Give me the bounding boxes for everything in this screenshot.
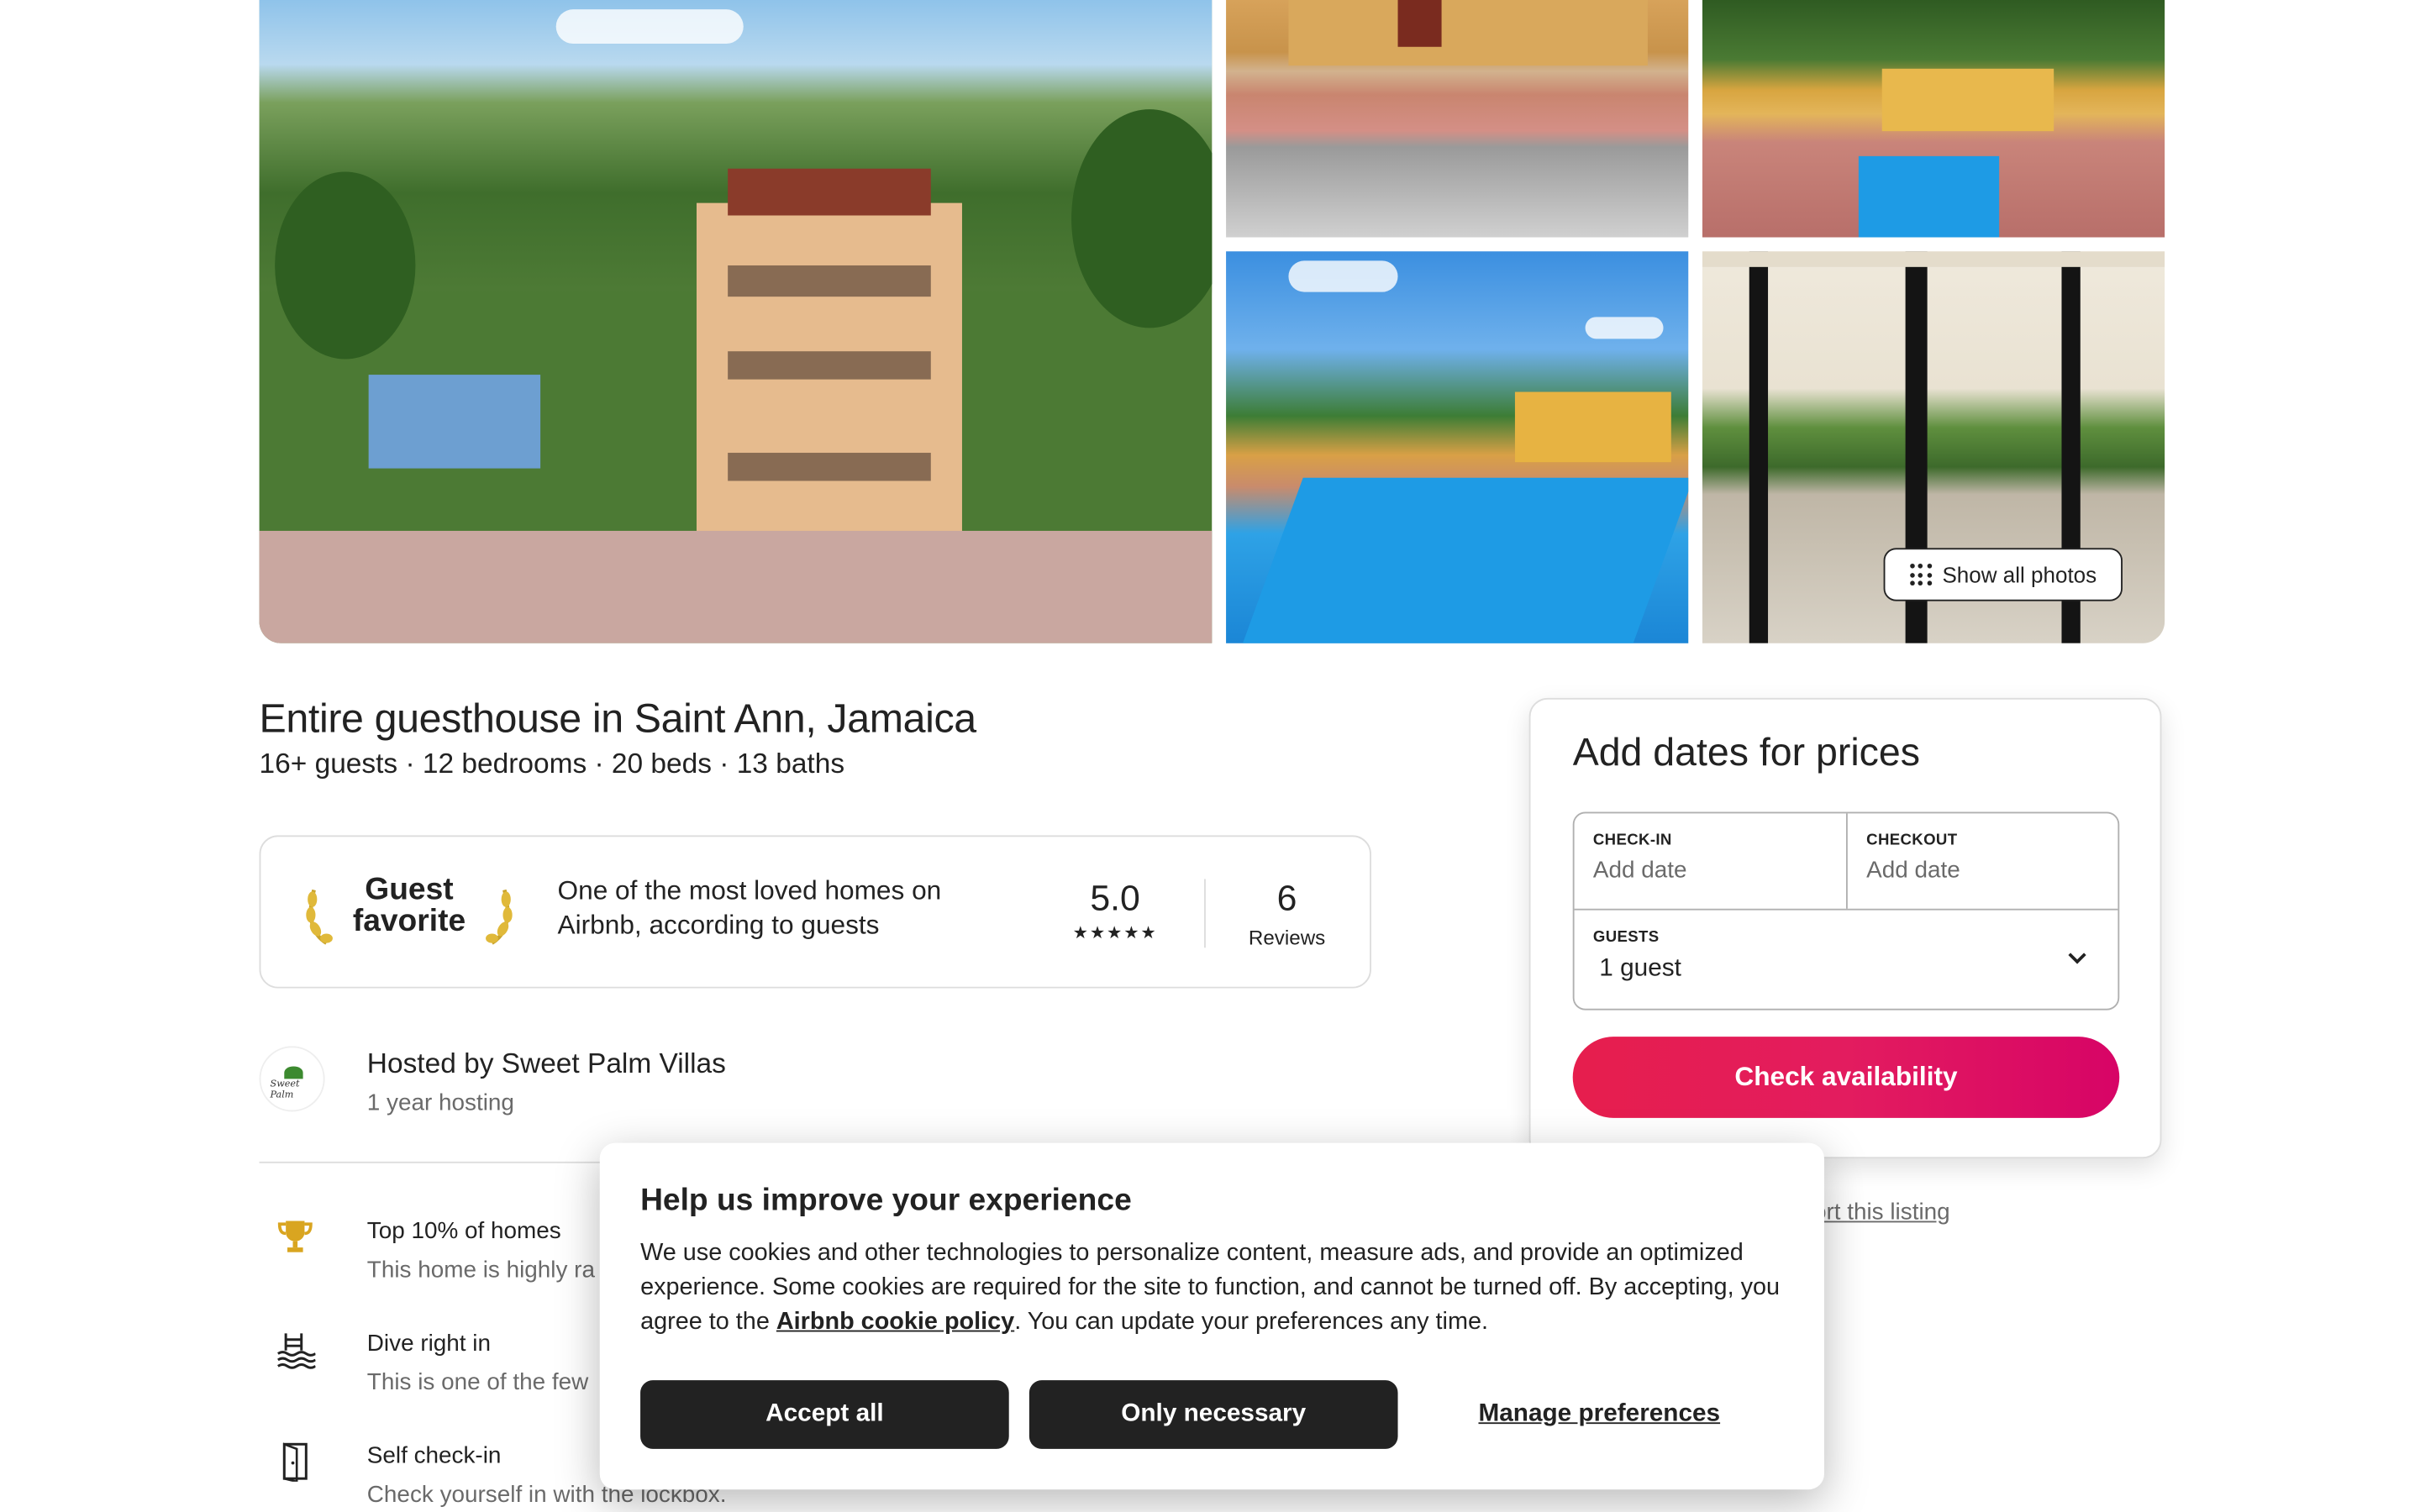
review-count: 6 bbox=[1276, 877, 1297, 918]
patio-pillar bbox=[1749, 251, 1769, 643]
cookie-body-text-end: . You can update your preferences any ti… bbox=[1014, 1308, 1488, 1336]
rating-value: 5.0 bbox=[1090, 877, 1140, 918]
guests-select[interactable]: GUESTS 1 guest bbox=[1575, 911, 2118, 1011]
guest-favorite-card[interactable]: Guest favorite One of the most loved hom… bbox=[259, 835, 1371, 989]
highlight-title: Top 10% of homes bbox=[366, 1217, 561, 1245]
highlight-title: Dive right in bbox=[366, 1330, 492, 1357]
courtyard bbox=[259, 530, 1213, 643]
checkout-placeholder: Add date bbox=[1866, 857, 1960, 885]
star-rating-icon: ★★★★★ bbox=[1072, 924, 1158, 943]
date-guest-picker: CHECK-IN Add date CHECKOUT Add date GUES… bbox=[1572, 811, 2121, 1011]
cookie-policy-link[interactable]: Airbnb cookie policy bbox=[776, 1309, 1014, 1336]
checkin-label: CHECK-IN bbox=[1592, 832, 1672, 850]
manage-preferences-link[interactable]: Manage preferences bbox=[1443, 1380, 1755, 1449]
laurel-right-icon bbox=[486, 889, 513, 945]
rating-block: 5.0 ★★★★★ bbox=[1060, 878, 1170, 943]
laurel-left-icon bbox=[306, 889, 333, 945]
pool-shape bbox=[1858, 155, 2000, 238]
blue-roof-house bbox=[368, 375, 541, 469]
highlight-description: This is one of the few bbox=[366, 1369, 589, 1396]
building-roof bbox=[728, 168, 931, 216]
host-name: Hosted by Sweet Palm Villas bbox=[366, 1047, 726, 1079]
accept-all-button[interactable]: Accept all bbox=[640, 1380, 1009, 1449]
palm-tree bbox=[275, 171, 416, 360]
pool-house bbox=[1514, 391, 1671, 463]
trophy-icon bbox=[277, 1221, 313, 1252]
building-facade bbox=[1288, 0, 1648, 66]
balcony bbox=[728, 453, 931, 481]
checkout-label: CHECKOUT bbox=[1866, 832, 1958, 850]
balcony bbox=[728, 265, 931, 297]
main-listing-photo[interactable] bbox=[259, 0, 1213, 643]
only-necessary-button[interactable]: Only necessary bbox=[1028, 1380, 1398, 1449]
booking-title: Add dates for prices bbox=[1572, 730, 1920, 774]
door-icon bbox=[282, 1442, 308, 1482]
host-avatar-text: Sweet Palm bbox=[270, 1079, 300, 1101]
pool-icon bbox=[277, 1333, 316, 1369]
pool-house bbox=[1881, 68, 2054, 132]
booking-card: Add dates for prices CHECK-IN Add date C… bbox=[1528, 697, 2162, 1159]
pool-photo[interactable] bbox=[1226, 251, 1689, 643]
pool-shape bbox=[1242, 477, 1689, 643]
cloud-shape bbox=[555, 9, 744, 45]
guests-value: 1 guest bbox=[1599, 955, 1681, 983]
grid-icon bbox=[1909, 563, 1932, 586]
guests-label: GUESTS bbox=[1592, 928, 1660, 947]
host-avatar[interactable]: Sweet Palm bbox=[259, 1046, 325, 1112]
checkout-field[interactable]: CHECKOUT Add date bbox=[1848, 813, 2121, 908]
show-all-photos-button[interactable]: Show all photos bbox=[1883, 548, 2123, 601]
guest-favorite-description: One of the most loved homes on Airbnb, a… bbox=[557, 875, 942, 940]
host-tenure: 1 year hosting bbox=[366, 1089, 514, 1116]
vertical-divider bbox=[1204, 879, 1206, 948]
chevron-down-icon bbox=[2068, 953, 2086, 964]
listing-overview: 16+ guests · 12 bedrooms · 20 beds · 13 … bbox=[259, 748, 845, 780]
checkin-field[interactable]: CHECK-IN Add date bbox=[1575, 813, 1848, 909]
reviews-block[interactable]: 6 Reviews bbox=[1233, 878, 1342, 950]
pool-area-photo[interactable] bbox=[1702, 0, 2165, 238]
cookie-consent-dialog: Help us improve your experience We use c… bbox=[599, 1142, 1824, 1490]
ceiling bbox=[1702, 251, 2165, 267]
listing-title: Entire guesthouse in Saint Ann, Jamaica bbox=[259, 695, 977, 742]
front-door bbox=[1397, 0, 1442, 47]
balcony bbox=[728, 351, 931, 380]
cookie-dialog-body: We use cookies and other technologies to… bbox=[640, 1236, 1781, 1340]
show-all-photos-label: Show all photos bbox=[1942, 562, 2097, 587]
palm-logo-icon bbox=[284, 1066, 303, 1079]
reviews-label: Reviews bbox=[1248, 926, 1326, 950]
cloud-shape bbox=[1288, 260, 1398, 292]
checkin-placeholder: Add date bbox=[1592, 857, 1687, 885]
highlight-title: Self check-in bbox=[366, 1442, 502, 1470]
guest-favorite-label: Guest favorite bbox=[352, 873, 466, 939]
highlight-description: This home is highly ra bbox=[366, 1257, 595, 1284]
check-availability-button[interactable]: Check availability bbox=[1572, 1037, 2120, 1118]
report-listing-link[interactable]: ort this listing bbox=[1813, 1199, 1950, 1226]
entrance-photo[interactable] bbox=[1226, 0, 1689, 238]
page: Show all photos Entire guesthouse in Sai… bbox=[0, 0, 2420, 1512]
cookie-dialog-title: Help us improve your experience bbox=[640, 1183, 1132, 1218]
palm-tree bbox=[1071, 109, 1213, 328]
cloud-shape bbox=[1585, 317, 1664, 339]
